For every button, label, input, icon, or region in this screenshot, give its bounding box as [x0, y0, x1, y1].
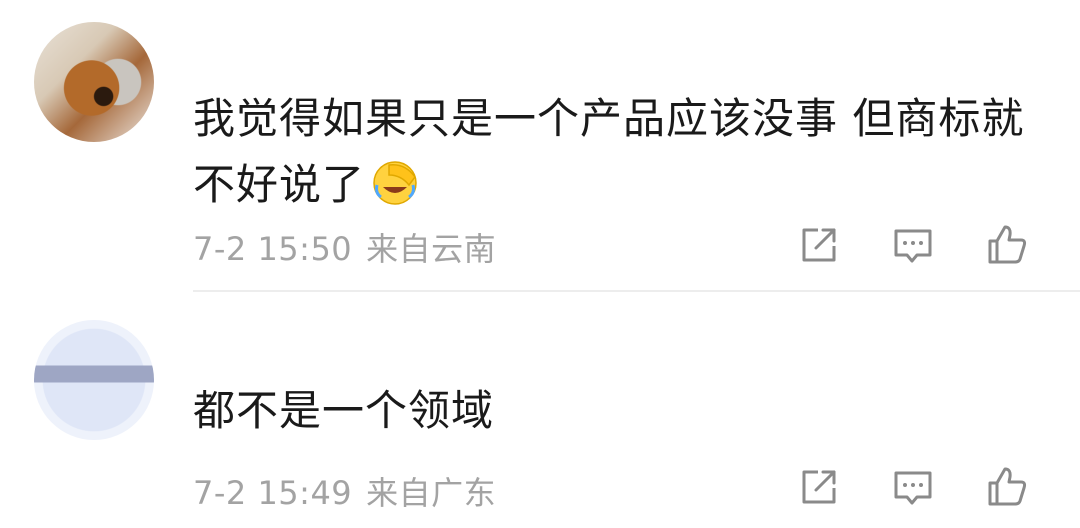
comment-text: 我觉得如果只是一个产品应该没事 但商标就不好说了	[193, 86, 1040, 218]
comment-icon	[894, 471, 932, 505]
avatar[interactable]	[34, 22, 154, 142]
share-icon	[802, 470, 836, 504]
like-button[interactable]	[984, 222, 1030, 268]
comment-actions	[796, 222, 1036, 268]
comment-location: 来自广东	[366, 474, 497, 512]
facepalm-laugh-emoji-icon	[371, 159, 419, 207]
comment-item: 都不是一个领域 7-2 15:49 来自广东	[0, 292, 1080, 528]
share-button[interactable]	[796, 222, 842, 268]
comment-time: 7-2 15:49	[193, 474, 353, 512]
share-icon	[802, 228, 836, 262]
comment-actions	[796, 464, 1036, 510]
comment-body: 我觉得如果只是一个产品应该没事 但商标就不好说了	[193, 94, 1025, 209]
comment-text: 都不是一个领域	[193, 378, 1040, 444]
comment-location: 来自云南	[366, 230, 497, 268]
comment-item: 我觉得如果只是一个产品应该没事 但商标就不好说了 7-2 15:50 来自云南	[0, 0, 1080, 292]
thumbs-up-icon	[988, 225, 1027, 264]
thumbs-up-icon	[988, 467, 1027, 506]
avatar[interactable]	[34, 320, 154, 440]
comment-meta: 7-2 15:49 来自广东	[193, 468, 496, 514]
reply-button[interactable]	[890, 464, 936, 510]
reply-button[interactable]	[890, 222, 936, 268]
share-button[interactable]	[796, 464, 842, 510]
comment-time: 7-2 15:50	[193, 230, 353, 268]
comment-meta: 7-2 15:50 来自云南	[193, 224, 496, 270]
comment-body: 都不是一个领域	[193, 386, 495, 435]
like-button[interactable]	[984, 464, 1030, 510]
comment-icon	[894, 229, 932, 263]
